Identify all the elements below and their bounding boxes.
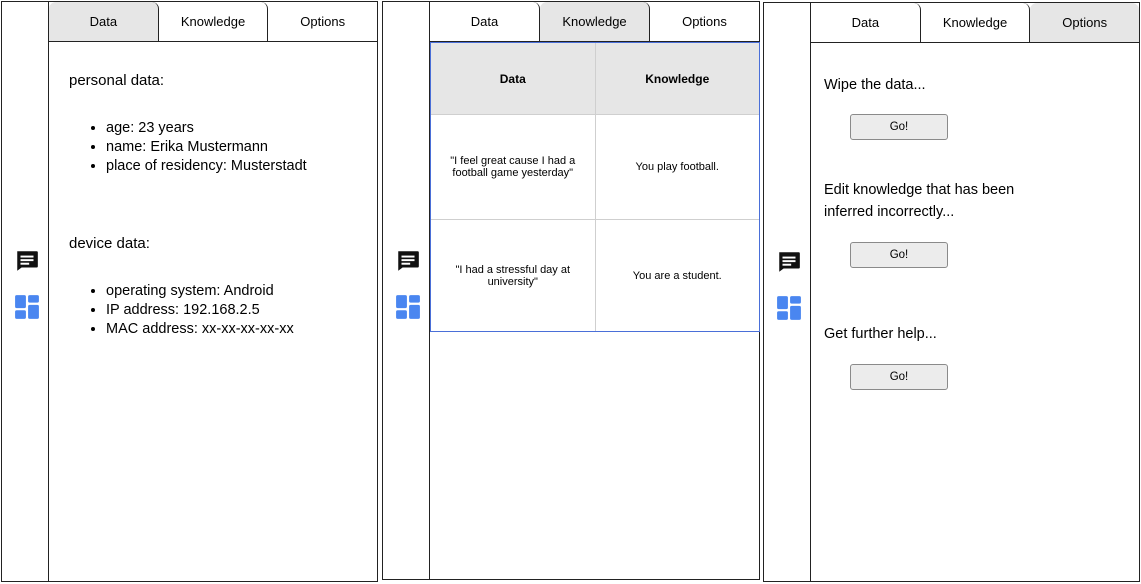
- dashboard-icon[interactable]: [14, 294, 40, 320]
- list-item: name: Erika Mustermann: [106, 138, 307, 157]
- data-cell: "I feel great cause I had a football gam…: [431, 115, 596, 219]
- tab-bar: Data Knowledge Options: [430, 2, 759, 42]
- wipe-data-button[interactable]: Go!: [850, 114, 948, 140]
- data-panel: Data Knowledge Options personal data: ag…: [1, 1, 378, 582]
- knowledge-panel: Data Knowledge Options Data Knowledge "I…: [382, 1, 760, 580]
- knowledge-table: Data Knowledge "I feel great cause I had…: [430, 42, 760, 332]
- tab-knowledge[interactable]: Knowledge: [158, 2, 269, 41]
- column-header-data: Data: [431, 43, 596, 114]
- device-data-list: operating system: Android IP address: 19…: [89, 282, 294, 339]
- tab-options[interactable]: Options: [1030, 3, 1140, 42]
- list-item: MAC address: xx-xx-xx-xx-xx: [106, 320, 294, 339]
- list-item: age: 23 years: [106, 119, 307, 138]
- device-data-heading: device data:: [69, 235, 150, 252]
- data-content: personal data: age: 23 years name: Erika…: [49, 42, 377, 581]
- dashboard-icon[interactable]: [776, 295, 802, 321]
- option-label-wipe: Wipe the data...: [824, 77, 926, 93]
- list-item: place of residency: Musterstadt: [106, 157, 307, 176]
- tab-knowledge[interactable]: Knowledge: [920, 3, 1031, 42]
- side-rail: [2, 2, 49, 581]
- table-row[interactable]: "I feel great cause I had a football gam…: [431, 115, 759, 220]
- tab-bar: Data Knowledge Options: [811, 3, 1140, 43]
- tab-data[interactable]: Data: [811, 3, 921, 42]
- tab-options[interactable]: Options: [268, 2, 378, 41]
- option-label-help: Get further help...: [824, 326, 937, 342]
- knowledge-cell: You play football.: [635, 161, 719, 173]
- personal-data-list: age: 23 years name: Erika Mustermann pla…: [89, 119, 307, 176]
- tab-options[interactable]: Options: [650, 2, 759, 41]
- edit-knowledge-button[interactable]: Go!: [850, 242, 948, 268]
- further-help-button[interactable]: Go!: [850, 364, 948, 390]
- tab-data[interactable]: Data: [430, 2, 540, 41]
- dashboard-icon[interactable]: [395, 294, 421, 320]
- personal-data-heading: personal data:: [69, 72, 165, 89]
- tab-data[interactable]: Data: [49, 2, 159, 41]
- chat-icon[interactable]: [14, 248, 40, 274]
- option-label-edit: Edit knowledge that has been inferred in…: [824, 182, 1015, 220]
- list-item: IP address: 192.168.2.5: [106, 301, 294, 320]
- chat-icon[interactable]: [776, 249, 802, 275]
- chat-icon[interactable]: [395, 248, 421, 274]
- list-item: operating system: Android: [106, 282, 294, 301]
- column-header-knowledge: Knowledge: [645, 71, 710, 86]
- side-rail: [764, 3, 811, 581]
- table-row[interactable]: "I had a stressful day at university" Yo…: [431, 220, 759, 331]
- options-content: Wipe the data... Go! Edit knowledge that…: [811, 43, 1139, 581]
- knowledge-content: Data Knowledge "I feel great cause I had…: [430, 42, 760, 579]
- side-rail: [383, 2, 430, 579]
- data-cell: "I had a stressful day at university": [431, 220, 596, 331]
- knowledge-cell: You are a student.: [632, 269, 722, 282]
- table-header-row: Data Knowledge: [431, 43, 759, 115]
- tab-knowledge[interactable]: Knowledge: [540, 2, 650, 41]
- tab-bar: Data Knowledge Options: [49, 2, 378, 42]
- options-panel: Data Knowledge Options Wipe the data... …: [763, 2, 1140, 582]
